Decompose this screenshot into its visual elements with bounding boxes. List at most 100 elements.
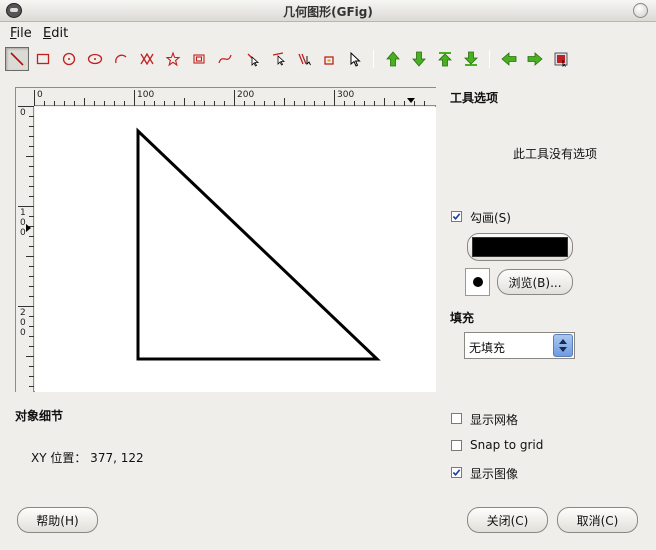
circle-tool-button[interactable] bbox=[57, 47, 81, 71]
show-grid-label[interactable]: 显示网格 bbox=[470, 411, 518, 428]
browse-brush-label: 浏览(B)... bbox=[508, 275, 562, 290]
horizontal-ruler: 0 100 200 300 bbox=[34, 88, 436, 106]
arrow-up-icon bbox=[386, 51, 400, 67]
drawing-canvas[interactable] bbox=[35, 107, 436, 392]
delete-object-tool-button[interactable] bbox=[317, 47, 341, 71]
menu-file[interactable]: File bbox=[10, 26, 32, 41]
spiral-icon bbox=[193, 54, 205, 64]
delete-object-icon bbox=[324, 56, 334, 65]
menu-edit-accel: E bbox=[43, 26, 52, 41]
snap-to-grid-label[interactable]: Snap to grid bbox=[470, 438, 543, 452]
vruler-label-200-digit3: 0 bbox=[20, 328, 26, 338]
select-object-tool-button[interactable] bbox=[343, 47, 367, 71]
show-all-icon bbox=[554, 52, 568, 67]
show-next-button[interactable] bbox=[523, 47, 547, 71]
spiral-tool-button[interactable] bbox=[187, 47, 211, 71]
line-tool-button[interactable] bbox=[5, 47, 29, 71]
xy-position-readout: XY 位置： 377, 122 bbox=[31, 451, 144, 465]
brush-preview bbox=[465, 268, 490, 296]
vruler-label-200-digit2: 0 bbox=[20, 318, 26, 328]
cancel-button[interactable]: 取消(C) bbox=[557, 507, 638, 533]
show-previous-button[interactable] bbox=[497, 47, 521, 71]
move-point-tool-button[interactable] bbox=[267, 47, 291, 71]
rectangle-icon bbox=[36, 53, 50, 65]
brush-dot-icon bbox=[472, 277, 483, 287]
snap-to-grid-checkbox[interactable] bbox=[451, 440, 462, 451]
stroke-color-button[interactable] bbox=[467, 233, 573, 261]
fill-type-value: 无填充 bbox=[469, 341, 506, 355]
tool-options-title: 工具选项 bbox=[450, 91, 499, 105]
fill-title: 填充 bbox=[450, 311, 475, 325]
show-image-label[interactable]: 显示图像 bbox=[470, 465, 518, 482]
toolbar bbox=[0, 46, 656, 74]
line-icon bbox=[10, 52, 24, 66]
arrow-right-icon bbox=[527, 52, 543, 66]
hruler-label-100: 100 bbox=[137, 90, 155, 100]
drawing-area-frame: 0 100 200 300 0 1 0 0 2 0 0 bbox=[15, 87, 436, 392]
arrow-left-icon bbox=[501, 52, 517, 66]
copy-object-icon bbox=[298, 53, 311, 66]
menu-file-rest: ile bbox=[16, 26, 32, 41]
checkmark-icon bbox=[452, 469, 461, 476]
window-close-button[interactable] bbox=[633, 3, 648, 18]
object-details-title: 对象细节 bbox=[15, 409, 64, 423]
copy-object-tool-button[interactable] bbox=[293, 47, 317, 71]
vruler-label-100-digit2: 0 bbox=[20, 218, 26, 228]
window-title: 几何图形(GFig) bbox=[283, 5, 373, 19]
star-tool-button[interactable] bbox=[161, 47, 185, 71]
help-button[interactable]: 帮助(H) bbox=[17, 507, 98, 533]
lower-to-bottom-button[interactable] bbox=[459, 47, 483, 71]
ellipse-icon bbox=[87, 53, 103, 65]
title-bar: 几何图形(GFig) bbox=[0, 0, 656, 22]
arrow-top-icon bbox=[438, 52, 452, 67]
polygon-tool-button[interactable] bbox=[135, 47, 159, 71]
arc-tool-button[interactable] bbox=[109, 47, 133, 71]
triangle-shape[interactable] bbox=[35, 107, 436, 392]
raise-object-button[interactable] bbox=[381, 47, 405, 71]
show-image-checkbox[interactable] bbox=[451, 467, 462, 478]
arrow-pointer-icon bbox=[350, 51, 361, 67]
tool-options-message: 此工具没有选项 bbox=[513, 147, 598, 161]
star-icon bbox=[165, 51, 181, 67]
bezier-tool-button[interactable] bbox=[213, 47, 237, 71]
show-grid-checkbox[interactable] bbox=[451, 413, 462, 424]
polygon-icon bbox=[140, 52, 154, 66]
vertical-ruler: 0 1 0 0 2 0 0 bbox=[16, 106, 34, 392]
hruler-label-200: 200 bbox=[237, 90, 255, 100]
stroke-label[interactable]: 勾画(S) bbox=[470, 209, 511, 226]
arrow-bottom-icon bbox=[464, 51, 478, 66]
vruler-label-200-digit1: 2 bbox=[20, 308, 26, 318]
horizontal-ruler-ticks bbox=[34, 90, 425, 106]
show-all-button[interactable] bbox=[549, 47, 573, 71]
lower-object-button[interactable] bbox=[407, 47, 431, 71]
ellipse-tool-button[interactable] bbox=[83, 47, 107, 71]
browse-brush-button[interactable]: 浏览(B)... bbox=[497, 269, 573, 295]
circle-icon bbox=[62, 52, 76, 66]
updown-arrows-icon bbox=[559, 339, 567, 352]
hruler-label-300: 300 bbox=[337, 90, 355, 100]
arrow-down-icon bbox=[412, 51, 426, 67]
bezier-icon bbox=[218, 54, 232, 64]
close-button[interactable]: 关闭(C) bbox=[467, 507, 548, 533]
menu-edit-rest: dit bbox=[51, 26, 69, 41]
menu-bar: File Edit bbox=[0, 22, 656, 44]
move-object-tool-button[interactable] bbox=[241, 47, 265, 71]
arc-icon bbox=[115, 54, 127, 64]
rectangle-tool-button[interactable] bbox=[31, 47, 55, 71]
move-object-icon bbox=[247, 53, 260, 67]
fill-type-dropdown-button[interactable] bbox=[553, 334, 573, 357]
vruler-label-100-digit3: 0 bbox=[20, 228, 26, 238]
raise-to-top-button[interactable] bbox=[433, 47, 457, 71]
menu-edit[interactable]: Edit bbox=[43, 26, 68, 41]
stroke-checkbox[interactable] bbox=[451, 211, 462, 222]
vruler-label-100-digit1: 1 bbox=[20, 208, 26, 218]
close-button-label: 关闭(C) bbox=[486, 513, 529, 528]
cancel-button-label: 取消(C) bbox=[576, 513, 619, 528]
checkmark-icon bbox=[452, 213, 461, 220]
toolbar-separator bbox=[373, 50, 374, 68]
stroke-color-swatch bbox=[472, 237, 568, 257]
help-button-label: 帮助(H) bbox=[36, 513, 79, 528]
hruler-label-0: 0 bbox=[37, 90, 43, 100]
fill-type-select[interactable]: 无填充 bbox=[464, 332, 575, 359]
toolbar-separator bbox=[489, 50, 490, 68]
